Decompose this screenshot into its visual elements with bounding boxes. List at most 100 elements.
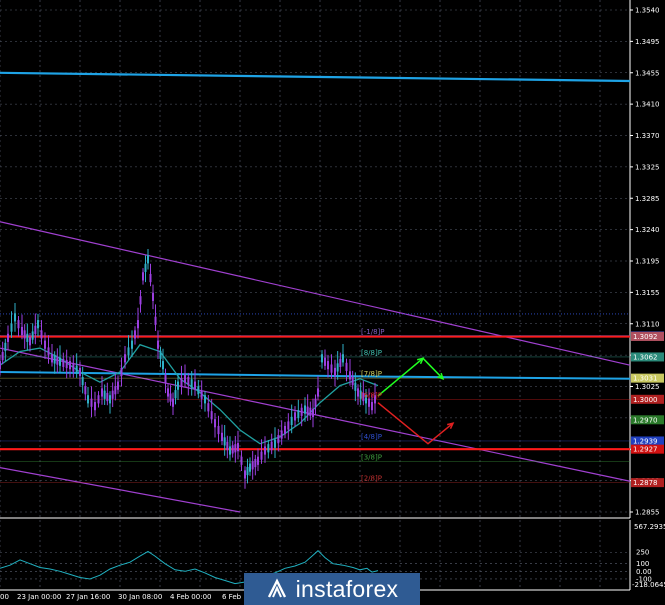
murrey-label: [3/8]P [361, 453, 382, 461]
candle-body [47, 347, 50, 356]
price-tick-label: 1.3025 [635, 383, 660, 391]
candle-body [59, 357, 61, 366]
candle-body [297, 410, 300, 419]
price-tag-label: 1.3031 [633, 375, 658, 383]
candle-body [87, 395, 89, 404]
candle-body [306, 406, 309, 415]
candle-body [234, 444, 237, 453]
candle-body [221, 432, 223, 441]
oscillator-max-label: 567.2935 [634, 523, 665, 531]
oscillator-tick-label: -100 [636, 575, 652, 583]
candle-body [237, 443, 239, 452]
candle-body [357, 388, 359, 397]
candle-body [154, 316, 157, 325]
candle-body [229, 446, 231, 455]
murrey-label: [7/8]P [361, 370, 382, 378]
price-tag-label: 1.2927 [633, 446, 658, 454]
murrey-label: [6/8]P [361, 391, 382, 399]
candle-body [10, 323, 13, 332]
candle-body [274, 439, 276, 448]
candle-body [284, 425, 286, 435]
price-tag-label: 1.3000 [633, 396, 658, 404]
candle-body [101, 388, 103, 397]
candle-body [53, 355, 56, 364]
price-tag-label: 1.2939 [633, 437, 658, 445]
candle-body [147, 255, 149, 264]
murrey-label: [2/8]P [361, 475, 382, 483]
candle-body [144, 263, 147, 272]
candle-body [317, 388, 319, 397]
candle-body [339, 358, 342, 367]
candle-body [180, 378, 183, 387]
candle-body [290, 416, 293, 426]
candle-body [226, 441, 229, 451]
watermark-text: instaforex [295, 575, 399, 602]
candle-body [314, 398, 317, 407]
candle-body [21, 326, 23, 336]
time-tick-label: 27 Jan 16:00 [66, 593, 110, 601]
candle-body [330, 364, 333, 373]
candle-body [169, 393, 172, 402]
candle-body [336, 363, 339, 372]
price-tag-label: 1.2878 [633, 479, 658, 487]
candle-body [90, 398, 93, 407]
candle-body [14, 313, 16, 322]
candle-body [294, 412, 296, 421]
candle-body [260, 451, 263, 460]
candle-body [75, 365, 78, 374]
candle-body [167, 388, 169, 397]
candle-body [287, 421, 290, 430]
candle-body [172, 398, 174, 407]
candle-body [120, 367, 123, 377]
candle-body [277, 435, 280, 444]
oscillator-tick-label: 250 [636, 549, 649, 557]
candle-body [56, 356, 59, 365]
candle-body [81, 376, 84, 386]
price-tick-label: 1.3370 [635, 132, 660, 140]
price-tag-label: 1.3062 [633, 353, 658, 361]
candle-body [217, 425, 220, 435]
candle-body [210, 411, 213, 420]
candle-body [309, 407, 312, 416]
time-axis-ticks: 00 23 Jan 00:00 27 Jan 16:00 30 Jan 08:00 4 … [0, 593, 242, 601]
candle-body [324, 357, 326, 366]
candle-body [97, 395, 100, 404]
candle-body [142, 272, 144, 281]
candle-body [327, 361, 329, 370]
candle-body [152, 292, 154, 301]
candle-body [62, 358, 65, 367]
candle-body [26, 333, 29, 342]
candle-body [354, 382, 357, 391]
candle-body [109, 395, 111, 404]
candle-body [240, 456, 243, 465]
time-tick-label: 00 [0, 593, 9, 601]
candle-body [34, 325, 37, 334]
time-tick-label: 23 Jan 00:00 [17, 593, 61, 601]
candle-body [371, 402, 373, 411]
candle-body [264, 446, 266, 455]
candle-body [51, 354, 53, 363]
candle-body [164, 374, 167, 383]
candle-body [244, 470, 246, 479]
candle-body [246, 466, 249, 476]
candle-body [134, 330, 136, 339]
candle-body [334, 367, 336, 377]
candle-body [23, 330, 26, 339]
candle-body [251, 461, 254, 470]
candle-body [200, 390, 203, 399]
time-tick-label: 6 Feb [222, 593, 242, 601]
candle-body [342, 354, 344, 363]
candle-body [40, 330, 43, 339]
candle-body [197, 386, 200, 395]
candle-body [72, 363, 75, 372]
candle-body [1, 351, 4, 361]
murrey-label: [8/8]P [361, 349, 382, 357]
candle-body [267, 444, 270, 453]
candle-body [349, 371, 351, 380]
candle-body [321, 354, 323, 363]
chart: [-1/8]P [8/8]P [7/8]P [6/8]P [4/8]P [3/8]P [2/… [0, 0, 665, 605]
candle-body [257, 456, 259, 465]
candle-body [190, 379, 193, 388]
candle-body [69, 361, 71, 370]
candle-body [149, 273, 152, 283]
